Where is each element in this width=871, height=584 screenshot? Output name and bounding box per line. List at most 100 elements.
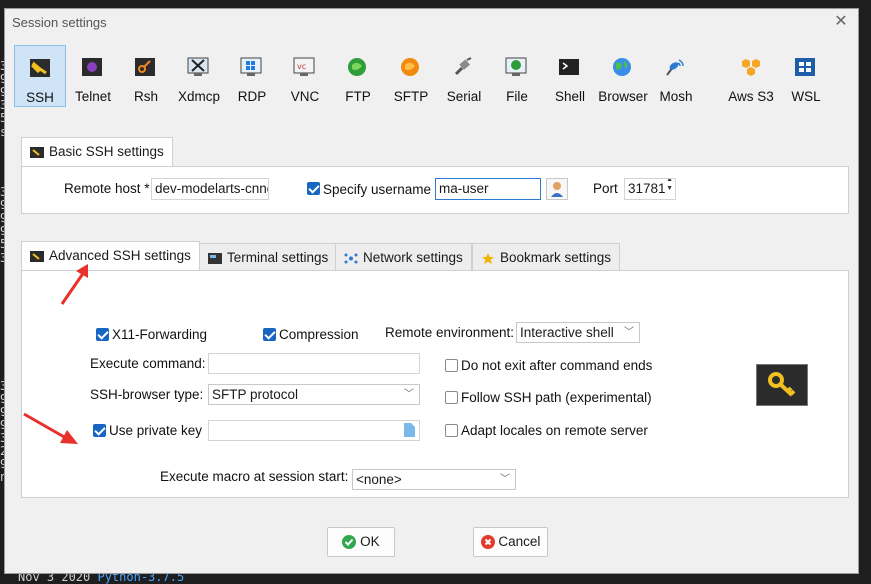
telnet-icon bbox=[82, 58, 102, 76]
ok-label: OK bbox=[360, 534, 380, 549]
session-type-telnet[interactable]: Telnet bbox=[67, 45, 119, 107]
rsh-icon bbox=[135, 58, 155, 76]
compression-label: Compression bbox=[279, 327, 359, 342]
execute-command-input[interactable] bbox=[208, 353, 420, 374]
file-browse-icon[interactable] bbox=[404, 423, 415, 437]
network-icon bbox=[344, 253, 358, 264]
specify-username-checkbox[interactable] bbox=[307, 182, 320, 195]
aws-s3-icon bbox=[742, 59, 760, 76]
private-key-input[interactable] bbox=[208, 420, 420, 441]
serial-icon bbox=[454, 57, 472, 76]
x11-forwarding-label: X11-Forwarding bbox=[112, 327, 208, 342]
session-settings-dialog: Session settings ✕ SSH Telnet Rsh Xdmcp … bbox=[4, 8, 859, 574]
sftp-icon bbox=[401, 58, 419, 76]
session-type-ssh[interactable]: SSH bbox=[14, 45, 66, 107]
tab-advanced-ssh-settings[interactable]: Advanced SSH settings bbox=[21, 241, 200, 271]
session-type-label: Aws S3 bbox=[728, 89, 774, 104]
chevron-down-icon: ﹀ bbox=[404, 389, 414, 400]
execute-macro-select[interactable]: <none> ﹀ bbox=[352, 469, 516, 490]
wsl-icon bbox=[795, 58, 815, 76]
session-type-toolbar: SSH Telnet Rsh Xdmcp RDP vc VNC FTP SFTP bbox=[10, 45, 830, 107]
session-type-browser[interactable]: Browser bbox=[597, 45, 649, 107]
ssh-icon bbox=[30, 59, 50, 77]
session-type-label: Mosh bbox=[659, 89, 693, 104]
session-type-aws-s3[interactable]: Aws S3 bbox=[723, 45, 779, 107]
session-type-mosh[interactable]: Mosh bbox=[650, 45, 702, 107]
use-private-key-label: Use private key bbox=[109, 423, 203, 438]
wrench-icon bbox=[30, 250, 44, 262]
session-type-label: Telnet bbox=[74, 89, 112, 104]
svg-text:vc: vc bbox=[297, 62, 306, 71]
port-input[interactable]: 31781 ▲ ▼ bbox=[624, 178, 676, 200]
session-type-rdp[interactable]: RDP bbox=[226, 45, 278, 107]
execute-command-label: Execute command: bbox=[90, 356, 206, 371]
port-spinner-icon[interactable]: ▲ ▼ bbox=[666, 179, 673, 193]
basic-settings-panel: Remote host * dev-modelarts-cnnc Specify… bbox=[21, 166, 849, 214]
tab-label: Bookmark settings bbox=[500, 250, 612, 265]
session-type-label: RDP bbox=[237, 89, 267, 104]
remote-environment-label: Remote environment: bbox=[385, 325, 515, 340]
adapt-locales-label: Adapt locales on remote server bbox=[461, 423, 648, 438]
tab-bookmark-settings[interactable]: Bookmark settings bbox=[472, 243, 621, 271]
vnc-icon: vc bbox=[293, 57, 315, 76]
tab-network-settings[interactable]: Network settings bbox=[335, 243, 472, 271]
session-type-sftp[interactable]: SFTP bbox=[385, 45, 437, 107]
session-type-label: VNC bbox=[290, 89, 320, 104]
specify-username-label: Specify username bbox=[323, 182, 432, 197]
follow-ssh-path-label: Follow SSH path (experimental) bbox=[461, 390, 652, 405]
user-icon bbox=[551, 182, 563, 197]
tab-label: Terminal settings bbox=[227, 250, 329, 265]
execute-macro-label: Execute macro at session start: bbox=[160, 469, 349, 484]
session-type-label: WSL bbox=[791, 89, 821, 104]
ok-check-icon bbox=[342, 535, 357, 549]
cancel-button[interactable]: Cancel bbox=[473, 527, 548, 557]
star-icon bbox=[482, 252, 494, 264]
session-type-rsh[interactable]: Rsh bbox=[120, 45, 172, 107]
x11-forwarding-checkbox[interactable] bbox=[96, 328, 109, 341]
annotation-arrow-private-key bbox=[23, 412, 78, 444]
session-type-xdmcp[interactable]: Xdmcp bbox=[173, 45, 225, 107]
session-type-label: SFTP bbox=[393, 89, 429, 104]
session-type-file[interactable]: File bbox=[491, 45, 543, 107]
window-title: Session settings bbox=[12, 15, 107, 30]
tab-terminal-settings[interactable]: Terminal settings bbox=[199, 243, 338, 271]
wrench-icon bbox=[30, 146, 44, 158]
file-icon bbox=[505, 57, 527, 76]
session-type-serial[interactable]: Serial bbox=[438, 45, 490, 107]
ok-button[interactable]: OK bbox=[327, 527, 395, 557]
key-icon bbox=[756, 364, 808, 406]
session-type-label: Serial bbox=[446, 89, 482, 104]
ssh-browser-type-value: SFTP protocol bbox=[212, 387, 299, 402]
cancel-label: Cancel bbox=[498, 534, 541, 549]
follow-ssh-path-checkbox[interactable] bbox=[445, 391, 458, 404]
remote-environment-select[interactable]: Interactive shell ﹀ bbox=[516, 322, 640, 343]
rdp-icon bbox=[240, 57, 262, 76]
xdmcp-icon bbox=[187, 57, 209, 76]
cancel-x-icon bbox=[480, 535, 495, 549]
session-type-label: Shell bbox=[554, 89, 586, 104]
port-label: Port bbox=[593, 181, 618, 196]
session-type-shell[interactable]: Shell bbox=[544, 45, 596, 107]
tab-label: Basic SSH settings bbox=[49, 144, 164, 159]
tab-label: Advanced SSH settings bbox=[49, 248, 191, 263]
no-exit-checkbox[interactable] bbox=[445, 359, 458, 372]
use-private-key-checkbox[interactable] bbox=[93, 424, 106, 437]
adapt-locales-checkbox[interactable] bbox=[445, 424, 458, 437]
tab-basic-ssh-settings[interactable]: Basic SSH settings bbox=[21, 137, 173, 167]
close-icon[interactable]: ✕ bbox=[830, 11, 852, 33]
browser-icon bbox=[613, 58, 631, 76]
execute-macro-value: <none> bbox=[356, 472, 402, 487]
ftp-icon bbox=[348, 58, 366, 76]
ssh-browser-type-select[interactable]: SFTP protocol ﹀ bbox=[208, 384, 420, 405]
ssh-browser-type-label: SSH-browser type: bbox=[90, 387, 204, 402]
session-type-wsl[interactable]: WSL bbox=[780, 45, 832, 107]
session-type-vnc[interactable]: vc VNC bbox=[279, 45, 331, 107]
compression-checkbox[interactable] bbox=[263, 328, 276, 341]
username-input[interactable]: ma-user bbox=[435, 178, 541, 200]
session-type-ftp[interactable]: FTP bbox=[332, 45, 384, 107]
mosh-icon bbox=[666, 59, 684, 76]
user-picker-button[interactable] bbox=[546, 178, 568, 200]
remote-host-input[interactable]: dev-modelarts-cnnc bbox=[151, 178, 269, 200]
session-type-label: SSH bbox=[26, 90, 54, 105]
terminal-icon bbox=[208, 252, 222, 264]
